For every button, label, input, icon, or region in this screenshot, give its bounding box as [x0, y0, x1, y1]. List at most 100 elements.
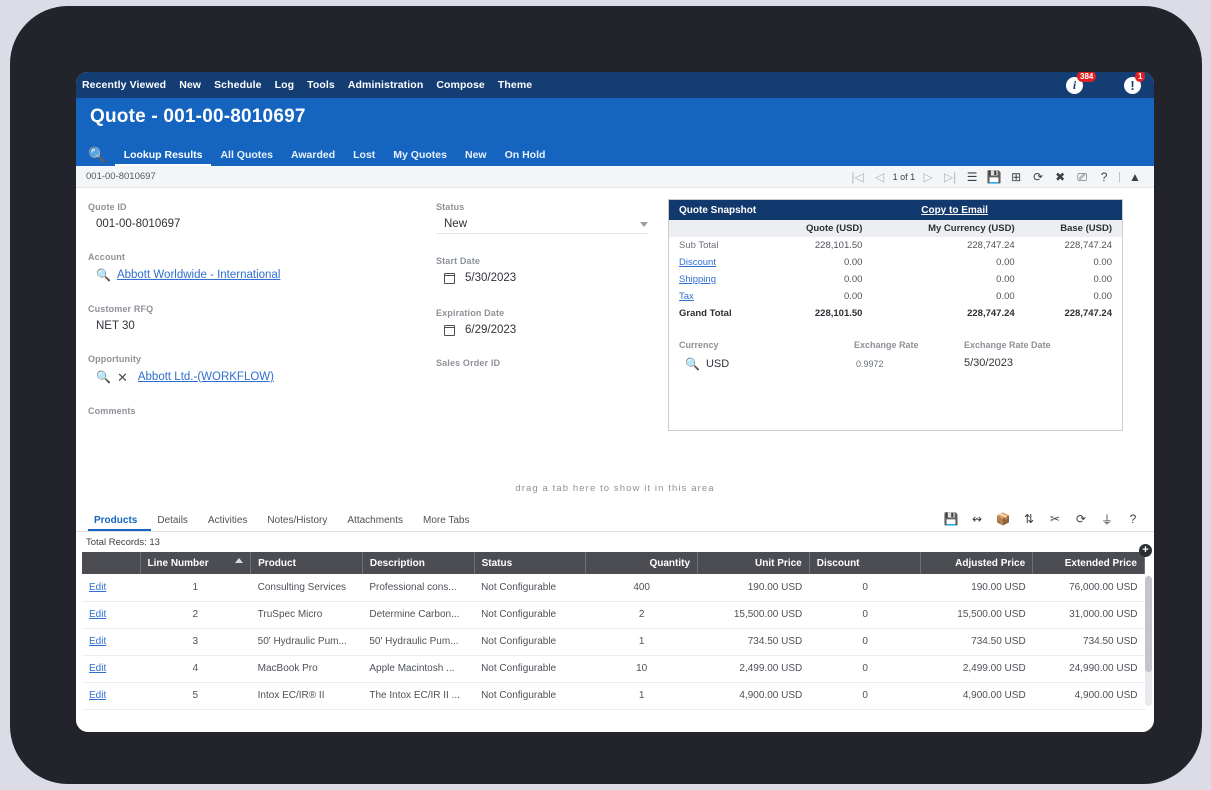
- menu-item-tools[interactable]: Tools: [307, 79, 335, 91]
- collapse-icon[interactable]: ▲: [1124, 167, 1146, 187]
- grid-col-description[interactable]: Description: [362, 552, 475, 574]
- lookup-search-icon[interactable]: 🔍: [96, 268, 111, 282]
- grid-col-label: Adjusted Price: [955, 557, 1026, 569]
- tab-new[interactable]: New: [456, 149, 496, 166]
- bottom-tab-more-tabs[interactable]: More Tabs: [417, 515, 484, 531]
- bottom-tab-products[interactable]: Products: [88, 515, 152, 531]
- snapshot-title: Quote Snapshot: [679, 204, 757, 216]
- unit-price-cell: 190.00 USD: [697, 574, 810, 602]
- grid-col-discount[interactable]: Discount: [809, 552, 922, 574]
- list-view-icon[interactable]: ☰: [961, 167, 983, 187]
- menu-item-compose[interactable]: Compose: [436, 79, 485, 91]
- calendar-icon[interactable]: [444, 272, 455, 284]
- tab-my-quotes[interactable]: My Quotes: [384, 149, 456, 166]
- first-page-icon[interactable]: |◁: [847, 167, 869, 187]
- bottom-tab-details[interactable]: Details: [151, 515, 202, 531]
- tab-on-hold[interactable]: On Hold: [496, 149, 555, 166]
- adjusted-price-cell: 4,900.00 USD: [920, 682, 1033, 710]
- line-number-cell: 1: [140, 574, 251, 602]
- tab-all-quotes[interactable]: All Quotes: [211, 149, 282, 166]
- tab-lost[interactable]: Lost: [344, 149, 384, 166]
- field-status: Status New: [436, 202, 661, 234]
- help-icon[interactable]: ?: [1122, 509, 1144, 529]
- columns-icon[interactable]: ⎚: [1071, 167, 1093, 187]
- refresh-icon[interactable]: ⟳: [1070, 509, 1092, 529]
- save-icon[interactable]: 💾: [983, 167, 1005, 187]
- menu-item-theme[interactable]: Theme: [498, 79, 532, 91]
- grid-col-extended-price[interactable]: Extended Price +: [1032, 544, 1152, 574]
- add-record-icon[interactable]: ⊞: [1005, 167, 1027, 187]
- menu-item-administration[interactable]: Administration: [348, 79, 423, 91]
- sales-order-id-label: Sales Order ID: [436, 358, 501, 368]
- add-column-icon[interactable]: +: [1139, 544, 1152, 557]
- search-icon[interactable]: 🔍: [88, 148, 107, 163]
- adjusted-price-cell: 2,499.00 USD: [920, 655, 1033, 683]
- menu-item-schedule[interactable]: Schedule: [214, 79, 261, 91]
- bottom-tab-attachments[interactable]: Attachments: [341, 515, 417, 531]
- snapshot-link-tax[interactable]: Tax: [679, 291, 694, 302]
- extended-price-cell: 76,000.00 USD: [1032, 574, 1145, 602]
- account-label: Account: [88, 252, 126, 262]
- quote-id-label: Quote ID: [88, 202, 127, 212]
- columns-icon[interactable]: ⏚: [1096, 509, 1118, 529]
- last-page-icon[interactable]: ▷|: [939, 167, 961, 187]
- grid-col-unit-price[interactable]: Unit Price: [697, 552, 810, 574]
- bottom-tab-notes-history[interactable]: Notes/History: [261, 515, 341, 531]
- product-cell: 50' Hydraulic Pum...: [250, 628, 363, 656]
- save-icon[interactable]: 💾: [940, 509, 962, 529]
- menu-item-log[interactable]: Log: [275, 79, 295, 91]
- calendar-icon[interactable]: [444, 324, 455, 336]
- edit-link[interactable]: Edit: [89, 609, 106, 620]
- grid-col-status[interactable]: Status: [474, 552, 587, 574]
- help-icon[interactable]: ?: [1093, 167, 1115, 187]
- field-start-date: Start Date 5/30/2023: [436, 256, 661, 284]
- menu-item-new[interactable]: New: [179, 79, 201, 91]
- application-window: Recently Viewed New Schedule Log Tools Admini…: [76, 72, 1154, 732]
- edit-link[interactable]: Edit: [89, 663, 106, 674]
- copy-to-email-link[interactable]: Copy to Email: [921, 205, 988, 216]
- alert-icon[interactable]: ! 1: [1124, 72, 1146, 95]
- previous-page-icon[interactable]: ◁: [869, 167, 891, 187]
- unlink-icon[interactable]: ✂: [1044, 509, 1066, 529]
- snapshot-header-row: Quote (USD) My Currency (USD) Base (USD): [669, 220, 1122, 237]
- edit-link[interactable]: Edit: [89, 690, 106, 701]
- snapshot-value: 0.00: [996, 291, 1015, 302]
- adjusted-price-cell: 190.00 USD: [920, 574, 1033, 602]
- close-icon[interactable]: ✖: [1049, 167, 1071, 187]
- grid-col-label: Product: [258, 557, 296, 569]
- scrollbar-thumb[interactable]: [1145, 576, 1152, 672]
- edit-link[interactable]: Edit: [89, 636, 106, 647]
- grid-vertical-scrollbar[interactable]: [1145, 576, 1152, 706]
- grid-col-product[interactable]: Product: [250, 552, 363, 574]
- menu-item-recently-viewed[interactable]: Recently Viewed: [82, 79, 166, 91]
- sort-icon[interactable]: ⇅: [1018, 509, 1040, 529]
- refresh-icon[interactable]: ⟳: [1027, 167, 1049, 187]
- discount-cell: 0: [809, 682, 921, 710]
- opportunity-link[interactable]: Abbott Ltd.-(WORKFLOW): [138, 371, 274, 383]
- grid-col-actions[interactable]: [82, 552, 141, 574]
- status-select[interactable]: New: [436, 218, 648, 234]
- grid-col-quantity[interactable]: Quantity: [585, 552, 699, 574]
- title-band: Quote - 001-00-8010697: [76, 98, 1154, 142]
- grid-col-adjusted-price[interactable]: Adjusted Price: [920, 552, 1034, 574]
- snapshot-link-discount[interactable]: Discount: [679, 257, 716, 268]
- lookup-search-icon[interactable]: 🔍: [96, 370, 111, 384]
- account-link[interactable]: Abbott Worldwide - International: [117, 269, 280, 281]
- sort-ascending-icon[interactable]: [235, 558, 244, 563]
- link-icon[interactable]: ↭: [966, 509, 988, 529]
- snapshot-value: 0.00: [843, 291, 863, 302]
- info-icon[interactable]: i 384: [1066, 72, 1097, 95]
- bottom-tab-activities[interactable]: Activities: [202, 515, 261, 531]
- snapshot-link-shipping[interactable]: Shipping: [679, 274, 716, 285]
- chevron-down-icon[interactable]: [640, 221, 648, 227]
- tab-lookup-results[interactable]: Lookup Results: [114, 149, 212, 166]
- currency-label: Currency: [679, 340, 719, 350]
- tab-awarded[interactable]: Awarded: [282, 149, 344, 166]
- edit-link[interactable]: Edit: [89, 582, 106, 593]
- clear-x-icon[interactable]: ✕: [117, 371, 128, 384]
- next-page-icon[interactable]: ▷: [917, 167, 939, 187]
- lookup-search-icon[interactable]: 🔍: [685, 357, 700, 371]
- products-grid-wrapper: Line Number Product Description Status Quant…: [76, 544, 1154, 710]
- grid-col-line-number[interactable]: Line Number: [140, 552, 252, 574]
- package-icon[interactable]: 📦: [992, 509, 1014, 529]
